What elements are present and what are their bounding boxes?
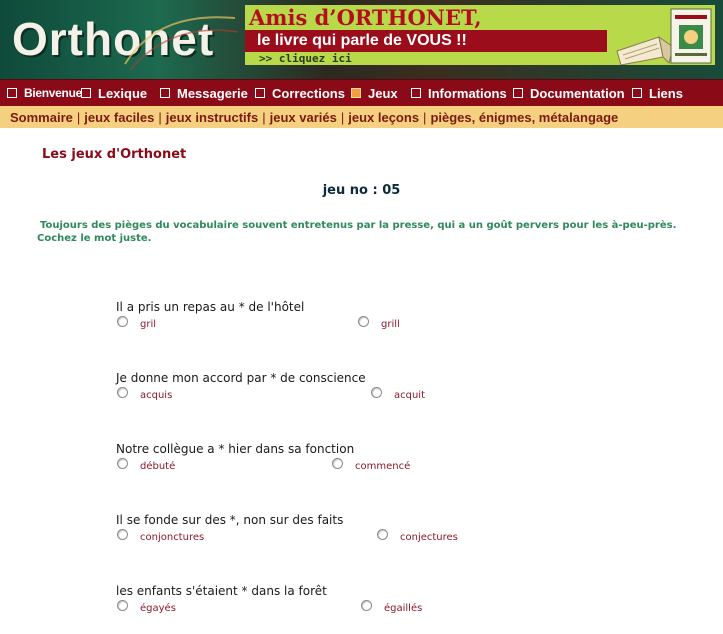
ad-click-link[interactable]: >> cliquez ici [259,52,352,66]
subnav-link-jeux-lecons[interactable]: jeux leçons [348,110,419,125]
ad-tagline: le livre qui parle de VOUS !! [245,30,607,52]
nav-checkbox-icon [160,88,170,98]
nav-checkbox-icon [632,88,642,98]
radio-button[interactable] [371,387,382,398]
radio-button[interactable] [117,458,128,469]
nav-item-messagerie[interactable]: Messagerie [160,80,248,106]
radio-button[interactable] [332,458,343,469]
answer-label[interactable]: acquis [140,390,172,401]
nav-item-label: Informations [428,85,507,101]
nav-item-informations[interactable]: Informations [411,80,507,106]
nav-checkbox-icon [7,88,17,98]
subnav-link-jeux-faciles[interactable]: jeux faciles [84,110,154,125]
radio-button[interactable] [117,387,128,398]
subnav-separator: | [262,109,266,125]
answer-label[interactable]: conjonctures [140,532,204,543]
nav-checkbox-icon [81,88,91,98]
subnav-separator: | [423,109,427,125]
nav-item-documentation[interactable]: Documentation [513,80,625,106]
nav-item-label: Liens [649,85,683,101]
nav-item-label: Messagerie [177,85,248,101]
ad-headline: Amis d’ORTHONET, [249,5,482,30]
nav-item-label: Documentation [530,85,625,101]
answer-label[interactable]: égaillés [384,603,422,614]
radio-button[interactable] [117,600,128,611]
question-item: Notre collègue a * hier dans sa fonction… [0,442,723,492]
site-header: Orthonet Amis d’ORTHONET, le livre qui p… [0,0,723,79]
games-subnavigation: Sommaire | jeux faciles | jeux instructi… [0,106,723,128]
subnav-separator: | [340,109,345,125]
nav-checkbox-icon [411,88,421,98]
subnav-link-pieges[interactable]: pièges, énigmes, métalangage [430,110,618,125]
main-navigation: Bienvenue Lexique Messagerie Corrections… [0,79,723,106]
answer-label[interactable]: égayés [140,603,176,614]
question-item: les enfants s'étaient * dans la forêt ég… [0,584,723,634]
nav-item-corrections[interactable]: Corrections [255,80,345,106]
question-item: Il a pris un repas au * de l'hôtel gril … [0,300,723,350]
nav-item-bienvenue[interactable]: Bienvenue [7,80,82,106]
logo-swirl-graphic [124,16,239,71]
question-text: Il a pris un repas au * de l'hôtel [116,300,305,314]
nav-item-label: Corrections [272,85,345,101]
radio-button[interactable] [358,316,369,327]
answer-label[interactable]: débuté [140,461,175,472]
instructions-line: Toujours des pièges du vocabulaire souve… [40,220,677,231]
answer-label[interactable]: gril [140,319,156,330]
subnav-link-jeux-instructifs[interactable]: jeux instructifs [166,110,258,125]
subnav-separator: | [76,109,81,125]
radio-button[interactable] [117,529,128,540]
nav-item-label: Jeux [368,85,398,101]
subnav-link-jeux-varies[interactable]: jeux variés [270,110,337,125]
page-title: Les jeux d'Orthonet [42,147,187,162]
answer-label[interactable]: conjectures [400,532,458,543]
nav-item-label: Lexique [98,85,148,101]
radio-button[interactable] [117,316,128,327]
instructions-line: Cochez le mot juste. [37,233,152,244]
book-ad-banner[interactable]: Amis d’ORTHONET, le livre qui parle de V… [245,5,715,65]
question-text: Je donne mon accord par * de conscience [116,371,366,385]
radio-button[interactable] [361,600,372,611]
nav-item-jeux[interactable]: Jeux [351,80,398,106]
nav-checkbox-icon [255,88,265,98]
subnav-link-sommaire[interactable]: Sommaire [10,110,73,125]
nav-item-label: Bienvenue [24,86,82,100]
answer-label[interactable]: acquit [394,390,425,401]
question-text: Il se fonde sur des *, non sur des faits [116,513,344,527]
radio-button[interactable] [377,529,388,540]
question-text: les enfants s'étaient * dans la forêt [116,584,327,598]
question-item: Je donne mon accord par * de conscience … [0,371,723,421]
game-number: jeu no : 05 [322,183,401,198]
nav-checkbox-icon [513,88,523,98]
game-instructions: Toujours des pièges du vocabulaire souve… [37,219,697,245]
subnav-separator: | [158,109,162,125]
answer-label[interactable]: grill [381,319,400,330]
book-icon [616,8,712,65]
answer-label[interactable]: commencé [355,461,410,472]
question-item: Il se fonde sur des *, non sur des faits… [0,513,723,563]
nav-checkbox-active-icon [351,88,361,98]
question-text: Notre collègue a * hier dans sa fonction [116,442,355,456]
nav-item-liens[interactable]: Liens [632,80,683,106]
nav-item-lexique[interactable]: Lexique [81,80,147,106]
